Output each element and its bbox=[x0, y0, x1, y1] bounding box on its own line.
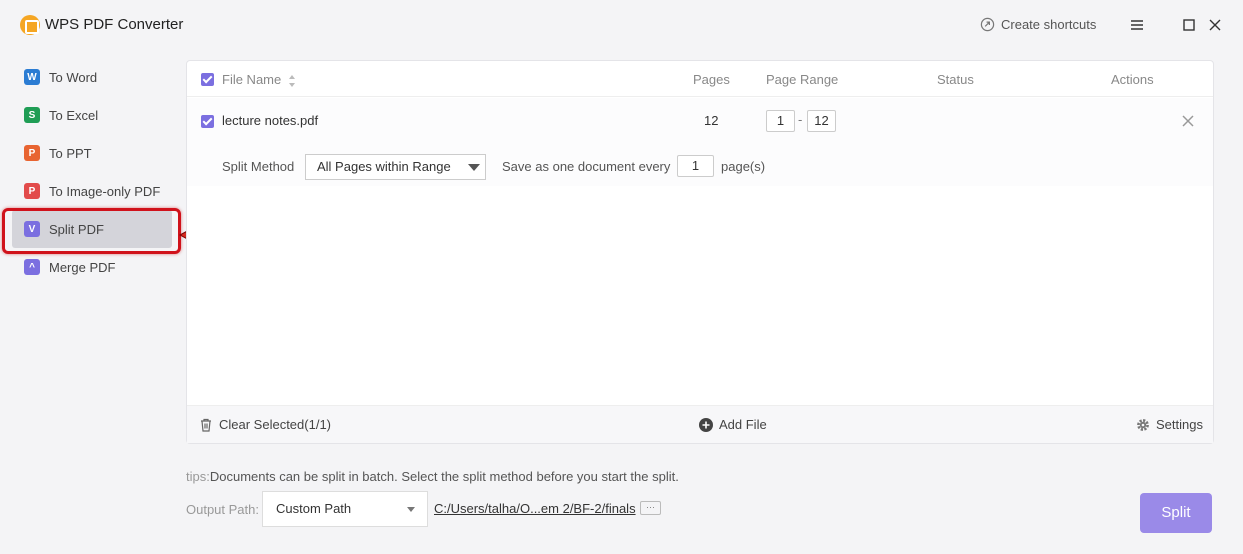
add-file-button[interactable]: Add File bbox=[699, 417, 767, 432]
trash-icon bbox=[201, 418, 211, 432]
sidebar-item-label: To Excel bbox=[49, 107, 99, 123]
menu-icon[interactable] bbox=[1129, 17, 1145, 33]
table-row: lecture notes.pdf 12 1 - 12 Split Method… bbox=[187, 98, 1213, 186]
sidebar-item-label: To PPT bbox=[49, 145, 92, 161]
column-header-actions: Actions bbox=[1111, 72, 1154, 87]
settings-button[interactable]: Settings bbox=[1136, 417, 1203, 432]
sidebar-item-to-excel[interactable]: S To Excel bbox=[0, 96, 185, 134]
add-circle-icon bbox=[699, 417, 713, 432]
pages-cell: 12 bbox=[704, 113, 719, 128]
sidebar-item-to-ppt[interactable]: P To PPT bbox=[0, 134, 185, 172]
remove-file-icon[interactable] bbox=[1182, 115, 1194, 127]
range-separator: - bbox=[798, 112, 803, 127]
sidebar-item-label: To Word bbox=[49, 69, 98, 85]
save-every-label: Save as one document every bbox=[502, 159, 671, 174]
close-icon[interactable] bbox=[1207, 17, 1223, 33]
tips-body: Documents can be split in batch. Select … bbox=[209, 469, 679, 484]
output-path-link[interactable]: C:/Users/talha/O...em 2/BF-2/finals bbox=[434, 501, 636, 516]
merge-pdf-icon: ^ bbox=[24, 259, 40, 275]
clear-selected-button[interactable]: Clear Selected(1/1) bbox=[199, 417, 331, 432]
excel-icon: S bbox=[24, 107, 40, 123]
file-list-footer: Clear Selected(1/1) Add File Settings bbox=[187, 405, 1213, 443]
shortcut-icon bbox=[980, 17, 995, 32]
maximize-icon[interactable] bbox=[1181, 17, 1197, 33]
tips-text: tips:Documents can be split in batch. Se… bbox=[186, 469, 679, 484]
gear-icon bbox=[1137, 418, 1149, 431]
output-path-select-value: Custom Path bbox=[276, 501, 352, 516]
create-shortcuts-button[interactable]: Create shortcuts bbox=[980, 17, 1096, 32]
range-from-input[interactable]: 1 bbox=[766, 110, 795, 132]
sidebar-item-label: To Image-only PDF bbox=[49, 183, 161, 199]
column-header-status: Status bbox=[937, 72, 974, 87]
split-method-select[interactable]: All Pages within Range bbox=[305, 154, 486, 180]
split-method-label: Split Method bbox=[222, 159, 295, 174]
split-button[interactable]: Split bbox=[1140, 493, 1212, 533]
column-header-page-range: Page Range bbox=[766, 72, 839, 87]
tips-prefix: tips: bbox=[186, 469, 210, 484]
file-list-panel: File Name Pages Page Range Status Action… bbox=[186, 60, 1214, 444]
sidebar-item-to-image-only-pdf[interactable]: P To Image-only PDF bbox=[0, 172, 185, 210]
dropdown-arrow-icon bbox=[468, 164, 480, 171]
app-title: WPS PDF Converter bbox=[45, 16, 184, 33]
split-method-value: All Pages within Range bbox=[317, 159, 451, 174]
file-name-header-label: File Name bbox=[222, 72, 282, 87]
pages-per-document-input[interactable]: 1 bbox=[677, 155, 714, 177]
dropdown-arrow-icon bbox=[407, 507, 415, 512]
create-shortcuts-label: Create shortcuts bbox=[1001, 17, 1097, 32]
word-icon: W bbox=[24, 69, 40, 85]
output-path-select[interactable]: Custom Path bbox=[262, 491, 428, 527]
split-pdf-highlight-box bbox=[2, 208, 181, 254]
add-file-label: Add File bbox=[719, 417, 767, 432]
sidebar-item-to-word[interactable]: W To Word bbox=[0, 58, 185, 96]
file-name-cell: lecture notes.pdf bbox=[222, 113, 319, 128]
browse-path-button[interactable]: ··· bbox=[640, 501, 661, 515]
select-all-checkbox[interactable] bbox=[201, 73, 214, 86]
page-unit-label: page(s) bbox=[721, 159, 766, 174]
sort-icon bbox=[288, 74, 295, 87]
column-header-file-name[interactable]: File Name bbox=[222, 72, 296, 88]
sidebar-item-label: Merge PDF bbox=[49, 259, 116, 275]
range-to-input[interactable]: 12 bbox=[807, 110, 836, 132]
output-path-label: Output Path: bbox=[186, 502, 259, 517]
image-pdf-icon: P bbox=[24, 183, 40, 199]
column-header-pages: Pages bbox=[693, 72, 730, 87]
app-logo-icon bbox=[20, 15, 40, 35]
table-header: File Name Pages Page Range Status Action… bbox=[187, 61, 1213, 97]
clear-selected-label: Clear Selected(1/1) bbox=[219, 417, 331, 432]
row-checkbox[interactable] bbox=[201, 115, 214, 128]
ppt-icon: P bbox=[24, 145, 40, 161]
title-bar: WPS PDF Converter Create shortcuts bbox=[0, 0, 1243, 50]
settings-label: Settings bbox=[1156, 417, 1203, 432]
